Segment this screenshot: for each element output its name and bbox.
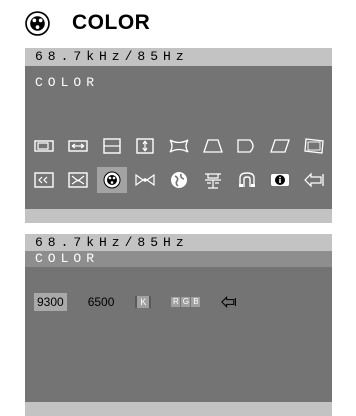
color-palette-icon[interactable] [96,167,127,193]
color-temp-6500-option[interactable]: 6500 [85,293,118,311]
color-temp-k-option[interactable]: K [135,296,152,308]
user-rgb-option[interactable]: R G B [171,297,201,307]
frequency-readout: 68.7kHz/85Hz [25,48,332,66]
color-temp-9300-option[interactable]: 9300 [34,293,67,311]
page-header: COLOR [25,8,150,38]
rgb-g-label: G [181,297,191,307]
degauss-icon[interactable] [232,167,262,193]
status-band [25,209,332,223]
v-position-icon[interactable] [130,133,160,159]
information-icon[interactable] [265,167,295,193]
moire-icon[interactable] [29,167,59,193]
focus-icon[interactable] [63,167,93,193]
menu-name: COLOR [35,75,100,90]
v-size-icon[interactable] [97,133,127,159]
status-band [25,402,332,416]
rgb-r-label: R [171,297,181,307]
trapezoid-icon[interactable] [198,133,228,159]
parallelogram-icon[interactable] [265,133,295,159]
reset-icon[interactable] [198,167,228,193]
exit-icon[interactable] [219,294,239,310]
language-icon[interactable] [164,167,194,193]
rgb-b-label: B [191,297,201,307]
exit-icon[interactable] [299,167,329,193]
color-palette-icon [25,10,50,36]
convergence-icon[interactable] [130,167,160,193]
page-title: COLOR [72,11,151,34]
osd-main-menu: 68.7kHz/85Hz COLOR [25,48,332,223]
pinbalance-icon[interactable] [232,133,262,159]
rotation-icon[interactable] [299,133,329,159]
pincushion-icon[interactable] [164,133,194,159]
icon-row-2 [29,167,329,193]
icon-row-1 [29,133,329,159]
h-position-icon[interactable] [63,133,93,159]
color-options: 9300 6500 K R G B [34,292,239,312]
frequency-readout: 68.7kHz/85Hz [25,234,332,252]
menu-name: COLOR [35,251,100,266]
osd-color-submenu: 68.7kHz/85Hz COLOR 9300 6500 K R G B [25,234,332,416]
size-icon[interactable] [29,133,59,159]
